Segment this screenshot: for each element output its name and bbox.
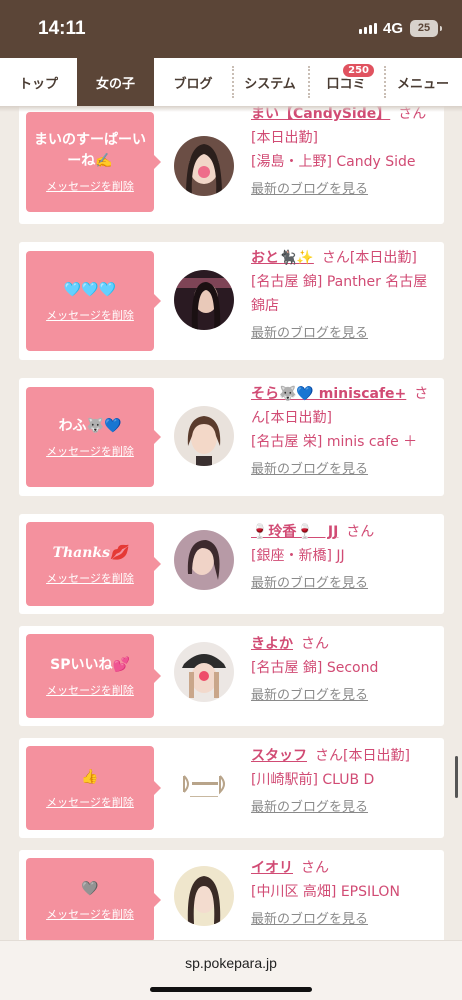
honorific: さん [315, 748, 343, 764]
tab-system[interactable]: システム [232, 58, 308, 106]
delete-message-link[interactable]: メッセージを削除 [46, 906, 134, 922]
cast-name-link[interactable]: イオリ [251, 860, 293, 876]
honorific: さん [321, 250, 350, 266]
message-text: わふ🐺💙 [58, 417, 122, 434]
network-type: 4G [383, 20, 404, 37]
latest-blog-link[interactable]: 最新のブログを見る [251, 180, 439, 200]
top-nav: トップ 女の子 ブログ システム 口コミ 250 メニュー [0, 58, 462, 106]
home-indicator[interactable] [150, 987, 312, 992]
cast-name-link[interactable]: 🍷玲香🍷 JJ [251, 524, 338, 540]
delete-message-link[interactable]: メッセージを削除 [46, 682, 134, 698]
work-status: [本日出勤] [349, 250, 417, 266]
message-bubble: Thanks💋 メッセージを削除 [26, 522, 161, 606]
tab-label: ブログ [173, 76, 213, 92]
club-logo-icon[interactable] [174, 754, 234, 814]
work-status: [本日出勤] [343, 748, 410, 764]
message-text: 🩶 [81, 880, 99, 897]
cast-name-link[interactable]: スタッフ [251, 748, 307, 764]
shop-name: [湯島・上野] Candy Side [251, 154, 416, 170]
avatar[interactable] [174, 136, 234, 196]
message-bubble: SPいいね💕 メッセージを削除 [26, 634, 161, 718]
latest-blog-link[interactable]: 最新のブログを見る [251, 460, 439, 480]
latest-blog-link[interactable]: 最新のブログを見る [251, 574, 439, 594]
battery-icon: 25 [410, 20, 442, 37]
shop-name: [中川区 高畑] EPSILON [251, 884, 400, 900]
avatar[interactable] [174, 530, 234, 590]
list-item: わふ🐺💙 メッセージを削除 そら🐺💙 miniscafe+ さん[本日出勤] [名… [19, 378, 444, 496]
tab-girls[interactable]: 女の子 [77, 58, 154, 106]
delete-message-link[interactable]: メッセージを削除 [46, 178, 134, 194]
message-bubble: わふ🐺💙 メッセージを削除 [26, 387, 161, 487]
message-list: まいのすーぱーいーね✍️ メッセージを削除 まい【CandySide】 さん [本… [0, 106, 462, 940]
honorific: さん [346, 524, 375, 540]
delete-message-link[interactable]: メッセージを削除 [46, 570, 134, 586]
list-item: 🩵🩵🩵 メッセージを削除 おと🐈‍⬛✨ さん[本日出勤] [名古屋 錦] Pant… [19, 242, 444, 360]
honorific: さん [301, 636, 329, 652]
avatar[interactable] [174, 642, 234, 702]
nav-shadow [0, 106, 462, 112]
message-bubble: 🩶 メッセージを削除 [26, 858, 161, 940]
status-bar: 14:11 4G 25 [0, 0, 462, 58]
shop-name: [名古屋 錦] Second [251, 660, 379, 676]
cast-name-link[interactable]: おと🐈‍⬛✨ [251, 250, 314, 266]
delete-message-link[interactable]: メッセージを削除 [46, 307, 134, 323]
latest-blog-link[interactable]: 最新のブログを見る [251, 324, 439, 344]
list-item: SPいいね💕 メッセージを削除 きよか さん [名古屋 錦] Second 最新の… [19, 626, 444, 726]
message-bubble: まいのすーぱーいーね✍️ メッセージを削除 [26, 112, 161, 212]
delete-message-link[interactable]: メッセージを削除 [46, 443, 134, 459]
tab-blog[interactable]: ブログ [154, 58, 232, 106]
browser-bottom-bar: sp.pokepara.jp [0, 940, 462, 1000]
shop-name: [名古屋 栄] minis cafe ＋ [251, 434, 418, 450]
status-time: 14:11 [38, 18, 86, 39]
reviews-count-badge: 250 [341, 62, 376, 79]
shop-name: [銀座・新橋] JJ [251, 548, 345, 564]
tab-label: メニュー [396, 76, 449, 92]
cellular-signal-icon [359, 23, 377, 34]
message-bubble: 🩵🩵🩵 メッセージを削除 [26, 251, 161, 351]
tab-menu[interactable]: メニュー [384, 58, 462, 106]
cast-name-link[interactable]: そら🐺💙 miniscafe+ [251, 386, 406, 402]
shop-name: [川崎駅前] CLUB D [251, 772, 375, 788]
honorific: さん [301, 860, 329, 876]
cast-name-link[interactable]: きよか [251, 636, 293, 652]
list-item: Thanks💋 メッセージを削除 🍷玲香🍷 JJ さん [銀座・新橋] JJ 最新… [19, 514, 444, 614]
list-item: まいのすーぱーいーね✍️ メッセージを削除 まい【CandySide】 さん [本… [19, 106, 444, 224]
tab-reviews[interactable]: 口コミ 250 [308, 58, 384, 106]
message-text: SPいいね💕 [50, 656, 130, 673]
shop-name: [名古屋 錦] Panther 名古屋 錦店 [251, 274, 428, 314]
message-text: 👍 [81, 768, 99, 785]
list-item: 👍 メッセージを削除 スタッフ さん[本日出勤] [川崎駅前] CLUB D 最新… [19, 738, 444, 838]
message-text: Thanks💋 [52, 544, 128, 561]
avatar[interactable] [174, 866, 234, 926]
delete-message-link[interactable]: メッセージを削除 [46, 794, 134, 810]
tab-label: システム [244, 76, 296, 92]
message-bubble: 👍 メッセージを削除 [26, 746, 161, 830]
latest-blog-link[interactable]: 最新のブログを見る [251, 910, 439, 930]
avatar[interactable] [174, 406, 234, 466]
tab-label: 女の子 [95, 76, 135, 92]
list-item: 🩶 メッセージを削除 イオリ さん [中川区 高畑] EPSILON 最新のブログ… [19, 850, 444, 940]
latest-blog-link[interactable]: 最新のブログを見る [251, 686, 439, 706]
tab-top[interactable]: トップ [0, 58, 77, 106]
latest-blog-link[interactable]: 最新のブログを見る [251, 798, 439, 818]
message-text: まいのすーぱーいーね✍️ [34, 132, 146, 169]
work-status: [本日出勤] [265, 410, 332, 426]
avatar[interactable] [174, 270, 234, 330]
message-text: 🩵🩵🩵 [63, 281, 117, 298]
address-bar[interactable]: sp.pokepara.jp [0, 955, 462, 971]
tab-label: トップ [18, 76, 58, 92]
scrollbar[interactable] [455, 756, 458, 798]
work-status: [本日出勤] [251, 130, 318, 146]
